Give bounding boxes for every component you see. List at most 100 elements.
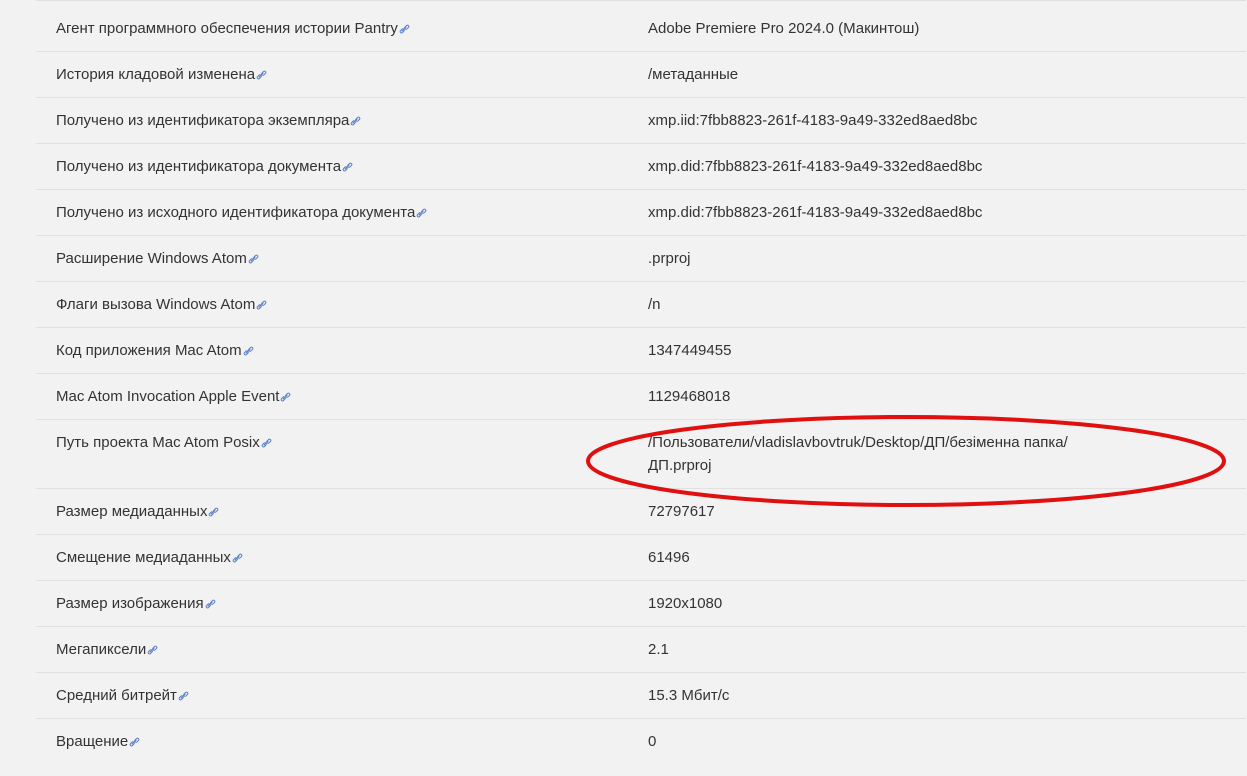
table-row: Получено из исходного идентификатора док… [36,189,1246,236]
metadata-value: /Пользователи/vladislavbovtruk/Desktop/Д… [648,434,1068,474]
metadata-key-cell: Получено из исходного идентификатора док… [36,189,628,236]
metadata-value-cell: 1129468018 [628,373,1246,420]
metadata-key-label[interactable]: Получено из исходного идентификатора док… [56,204,415,221]
metadata-key-cell: Размер медиаданных [36,488,628,535]
link-icon[interactable] [280,392,291,403]
metadata-key-cell: Код приложения Mac Atom [36,327,628,374]
metadata-value-cell: xmp.iid:7fbb8823-261f-4183-9a49-332ed8ae… [628,97,1246,144]
metadata-value-cell: 72797617 [628,488,1246,535]
metadata-key-cell: Размер изображения [36,580,628,627]
link-icon[interactable] [147,645,158,656]
link-icon[interactable] [342,162,353,173]
table-row: История кладовой изменена /метаданные [36,51,1246,98]
table-row: Получено из идентификатора документа xmp… [36,143,1246,190]
link-icon[interactable] [129,737,140,748]
metadata-key-cell: История кладовой изменена [36,51,628,98]
metadata-key-label[interactable]: Путь проекта Mac Atom Posix [56,434,260,451]
metadata-key-label[interactable]: Размер медиаданных [56,503,207,520]
metadata-key-label[interactable]: Получено из идентификатора документа [56,158,341,175]
link-icon[interactable] [205,599,216,610]
metadata-value-cell: 1920x1080 [628,580,1246,627]
link-icon[interactable] [208,507,219,518]
metadata-key-label[interactable]: Размер изображения [56,595,204,612]
metadata-key-cell: Получено из идентификатора документа [36,143,628,190]
link-icon[interactable] [256,300,267,311]
table-row: Код приложения Mac Atom 1347449455 [36,327,1246,374]
metadata-key-cell: Мегапиксели [36,626,628,673]
table-row: Размер медиаданных 72797617 [36,488,1246,535]
metadata-value: xmp.iid:7fbb8823-261f-4183-9a49-332ed8ae… [648,112,978,129]
metadata-value: 15.3 Мбит/с [648,687,730,704]
table-row: Путь проекта Mac Atom Posix /Пользовател… [36,419,1246,489]
metadata-value-cell: 15.3 Мбит/с [628,672,1246,719]
metadata-key-label[interactable]: Мегапиксели [56,641,146,658]
table-row: Средний битрейт 15.3 Мбит/с [36,672,1246,719]
metadata-value: Adobe Premiere Pro 2024.0 (Макинтош) [648,20,920,37]
metadata-value-cell: /n [628,281,1246,328]
table-row: Размер изображения 1920x1080 [36,580,1246,627]
metadata-value: 2.1 [648,641,669,658]
metadata-value-cell: /Пользователи/vladislavbovtruk/Desktop/Д… [628,419,1246,489]
metadata-key-label[interactable]: Смещение медиаданных [56,549,231,566]
link-icon[interactable] [243,346,254,357]
table-row: Mac Atom Invocation Apple Event 11294680… [36,373,1246,420]
metadata-value-cell: .prproj [628,235,1246,282]
metadata-key-cell: Средний битрейт [36,672,628,719]
metadata-value-cell: Adobe Premiere Pro 2024.0 (Макинтош) [628,0,1246,52]
metadata-value-cell: /метаданные [628,51,1246,98]
metadata-key-label[interactable]: Mac Atom Invocation Apple Event [56,388,279,405]
metadata-value-line-1: /Пользователи/vladislavbovtruk/Desktop/Д… [648,434,1068,451]
metadata-value-cell: 1347449455 [628,327,1246,374]
metadata-key-label[interactable]: Код приложения Mac Atom [56,342,242,359]
metadata-key-cell: Mac Atom Invocation Apple Event [36,373,628,420]
table-row: Смещение медиаданных 61496 [36,534,1246,581]
metadata-value: 1129468018 [648,388,731,405]
link-icon[interactable] [178,691,189,702]
metadata-value-cell: 61496 [628,534,1246,581]
metadata-value: 1347449455 [648,342,732,359]
metadata-key-cell: Расширение Windows Atom [36,235,628,282]
metadata-value: /n [648,296,661,313]
table-row: Агент программного обеспечения истории P… [36,0,1246,52]
metadata-key-label[interactable]: Средний битрейт [56,687,177,704]
metadata-value: xmp.did:7fbb8823-261f-4183-9a49-332ed8ae… [648,158,983,175]
metadata-key-label[interactable]: Расширение Windows Atom [56,250,247,267]
metadata-value: 61496 [648,549,690,566]
link-icon[interactable] [416,208,427,219]
link-icon[interactable] [261,438,272,449]
metadata-key-cell: Получено из идентификатора экземпляра [36,97,628,144]
metadata-key-label[interactable]: Вращение [56,733,128,750]
link-icon[interactable] [350,116,361,127]
metadata-key-cell: Агент программного обеспечения истории P… [36,0,628,52]
metadata-key-cell: Вращение [36,719,628,765]
table-row: Получено из идентификатора экземпляра xm… [36,97,1246,144]
metadata-key-cell: Флаги вызова Windows Atom [36,281,628,328]
metadata-value-cell: 0 [628,719,1246,765]
metadata-value: .prproj [648,250,691,267]
metadata-panel: Агент программного обеспечения истории P… [36,0,1246,776]
metadata-key-cell: Смещение медиаданных [36,534,628,581]
metadata-key-label[interactable]: Получено из идентификатора экземпляра [56,112,349,129]
table-row: Флаги вызова Windows Atom /n [36,281,1246,328]
metadata-value: xmp.did:7fbb8823-261f-4183-9a49-332ed8ae… [648,204,983,221]
link-icon[interactable] [232,553,243,564]
link-icon[interactable] [399,24,410,35]
link-icon[interactable] [256,70,267,81]
link-icon[interactable] [248,254,259,265]
metadata-key-label[interactable]: История кладовой изменена [56,66,255,83]
metadata-key-label[interactable]: Агент программного обеспечения истории P… [56,20,398,37]
metadata-value: /метаданные [648,66,739,83]
metadata-value: 72797617 [648,503,715,520]
metadata-value-line-2: ДП.prproj [648,457,712,474]
metadata-value-cell: xmp.did:7fbb8823-261f-4183-9a49-332ed8ae… [628,189,1246,236]
metadata-value: 1920x1080 [648,595,723,612]
metadata-key-label[interactable]: Флаги вызова Windows Atom [56,296,255,313]
metadata-value-cell: 2.1 [628,626,1246,673]
metadata-value: 0 [648,733,657,750]
table-row: Вращение 0 [36,719,1246,765]
table-row: Мегапиксели 2.1 [36,626,1246,673]
table-row: Расширение Windows Atom .prproj [36,235,1246,282]
metadata-value-cell: xmp.did:7fbb8823-261f-4183-9a49-332ed8ae… [628,143,1246,190]
metadata-key-cell: Путь проекта Mac Atom Posix [36,419,628,489]
metadata-table: Агент программного обеспечения истории P… [36,0,1246,764]
